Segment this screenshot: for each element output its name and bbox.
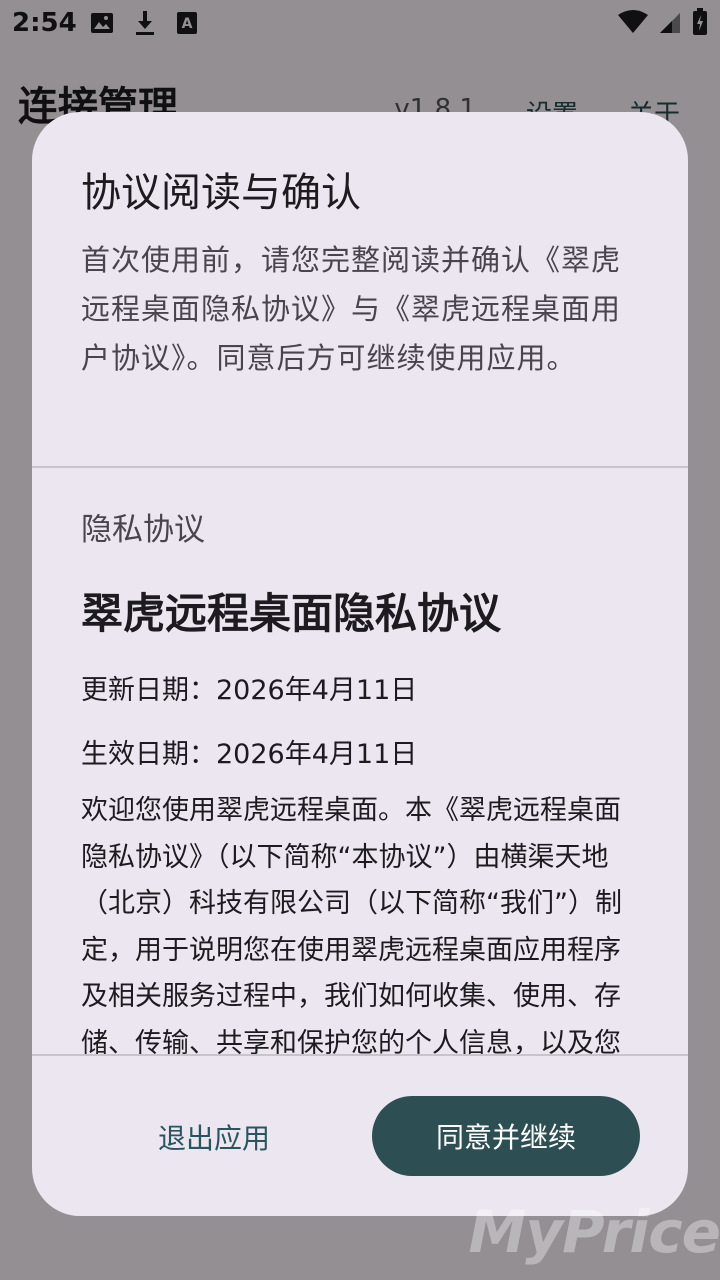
doc-updated-date: 更新日期：2026年4月11日: [81, 675, 418, 706]
agreement-scroll-area[interactable]: 隐私协议 翠虎远程桌面隐私协议 更新日期：2026年4月11日 生效日期：202…: [32, 468, 688, 1054]
watermark-logo: MyPrice: [468, 1198, 720, 1266]
agree-continue-button[interactable]: 同意并继续: [372, 1096, 640, 1176]
dialog-title: 协议阅读与确认: [81, 170, 361, 216]
agreement-dialog: 协议阅读与确认 首次使用前，请您完整阅读并确认《翠虎远程桌面隐私协议》与《翠虎远…: [32, 112, 688, 1216]
dialog-intro-text: 首次使用前，请您完整阅读并确认《翠虎远程桌面隐私协议》与《翠虎远程桌面用户协议》…: [81, 243, 622, 375]
doc-body-text: 欢迎您使用翠虎远程桌面。本《翠虎远程桌面隐私协议》（以下简称“本协议”）由横渠天…: [81, 795, 622, 1054]
doc-heading: 翠虎远程桌面隐私协议: [81, 589, 502, 638]
doc-effective-date: 生效日期：2026年4月11日: [81, 739, 418, 770]
divider-bottom: [32, 1054, 688, 1056]
screen: 2:54 A 连接管理 v1.8.1 协议阅读与确认 首次使用前，请您完整阅读并…: [0, 0, 720, 1280]
exit-app-button[interactable]: 退出应用: [80, 1098, 348, 1176]
doc-section-label: 隐私协议: [81, 512, 205, 548]
